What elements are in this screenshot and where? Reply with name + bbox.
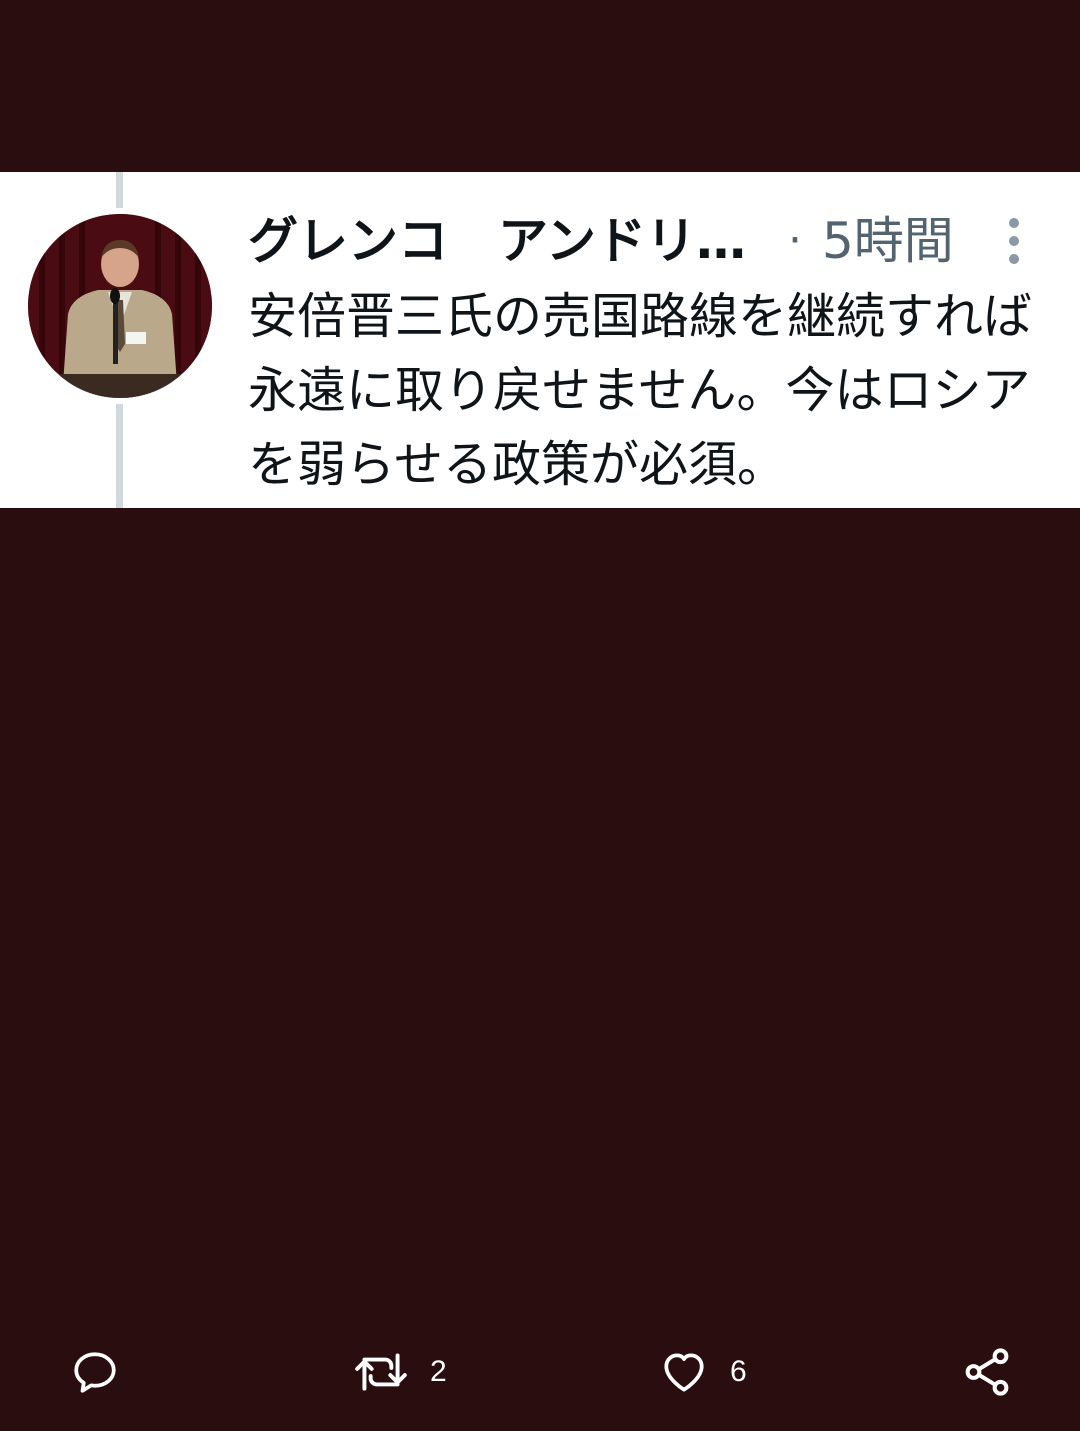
thread-line-bottom — [116, 404, 123, 508]
tweet-card[interactable]: グレンコ アンドリ… · 5時間 安倍晋三氏の売国路線を継続すれば永遠に取り戻せ… — [0, 172, 1080, 508]
more-options-button[interactable] — [996, 214, 1032, 268]
separator-dot: · — [788, 215, 802, 266]
share-button[interactable] — [960, 1336, 1014, 1408]
heart-icon — [664, 1353, 704, 1392]
display-name[interactable]: グレンコ アンドリ… — [248, 210, 768, 272]
more-vertical-icon — [1009, 218, 1019, 264]
reply-icon — [74, 1352, 116, 1393]
like-count: 6 — [730, 1355, 747, 1388]
thread-line-top — [116, 172, 123, 208]
retweet-button[interactable]: 2 — [352, 1336, 447, 1408]
action-bar: 2 6 — [0, 1336, 1080, 1408]
tweet-header: グレンコ アンドリ… · 5時間 — [248, 210, 1038, 272]
avatar[interactable] — [28, 214, 212, 398]
retweet-icon — [355, 1353, 407, 1391]
share-icon — [965, 1348, 1009, 1396]
retweet-count: 2 — [430, 1355, 447, 1388]
tweet-text: 安倍晋三氏の売国路線を継続すれば永遠に取り戻せません。今はロシアを弱らせる政策が… — [248, 288, 1033, 493]
timestamp[interactable]: 5時間 — [822, 210, 954, 272]
like-button[interactable]: 6 — [658, 1336, 747, 1408]
reply-button[interactable] — [70, 1336, 120, 1408]
avatar-photo — [28, 214, 212, 398]
